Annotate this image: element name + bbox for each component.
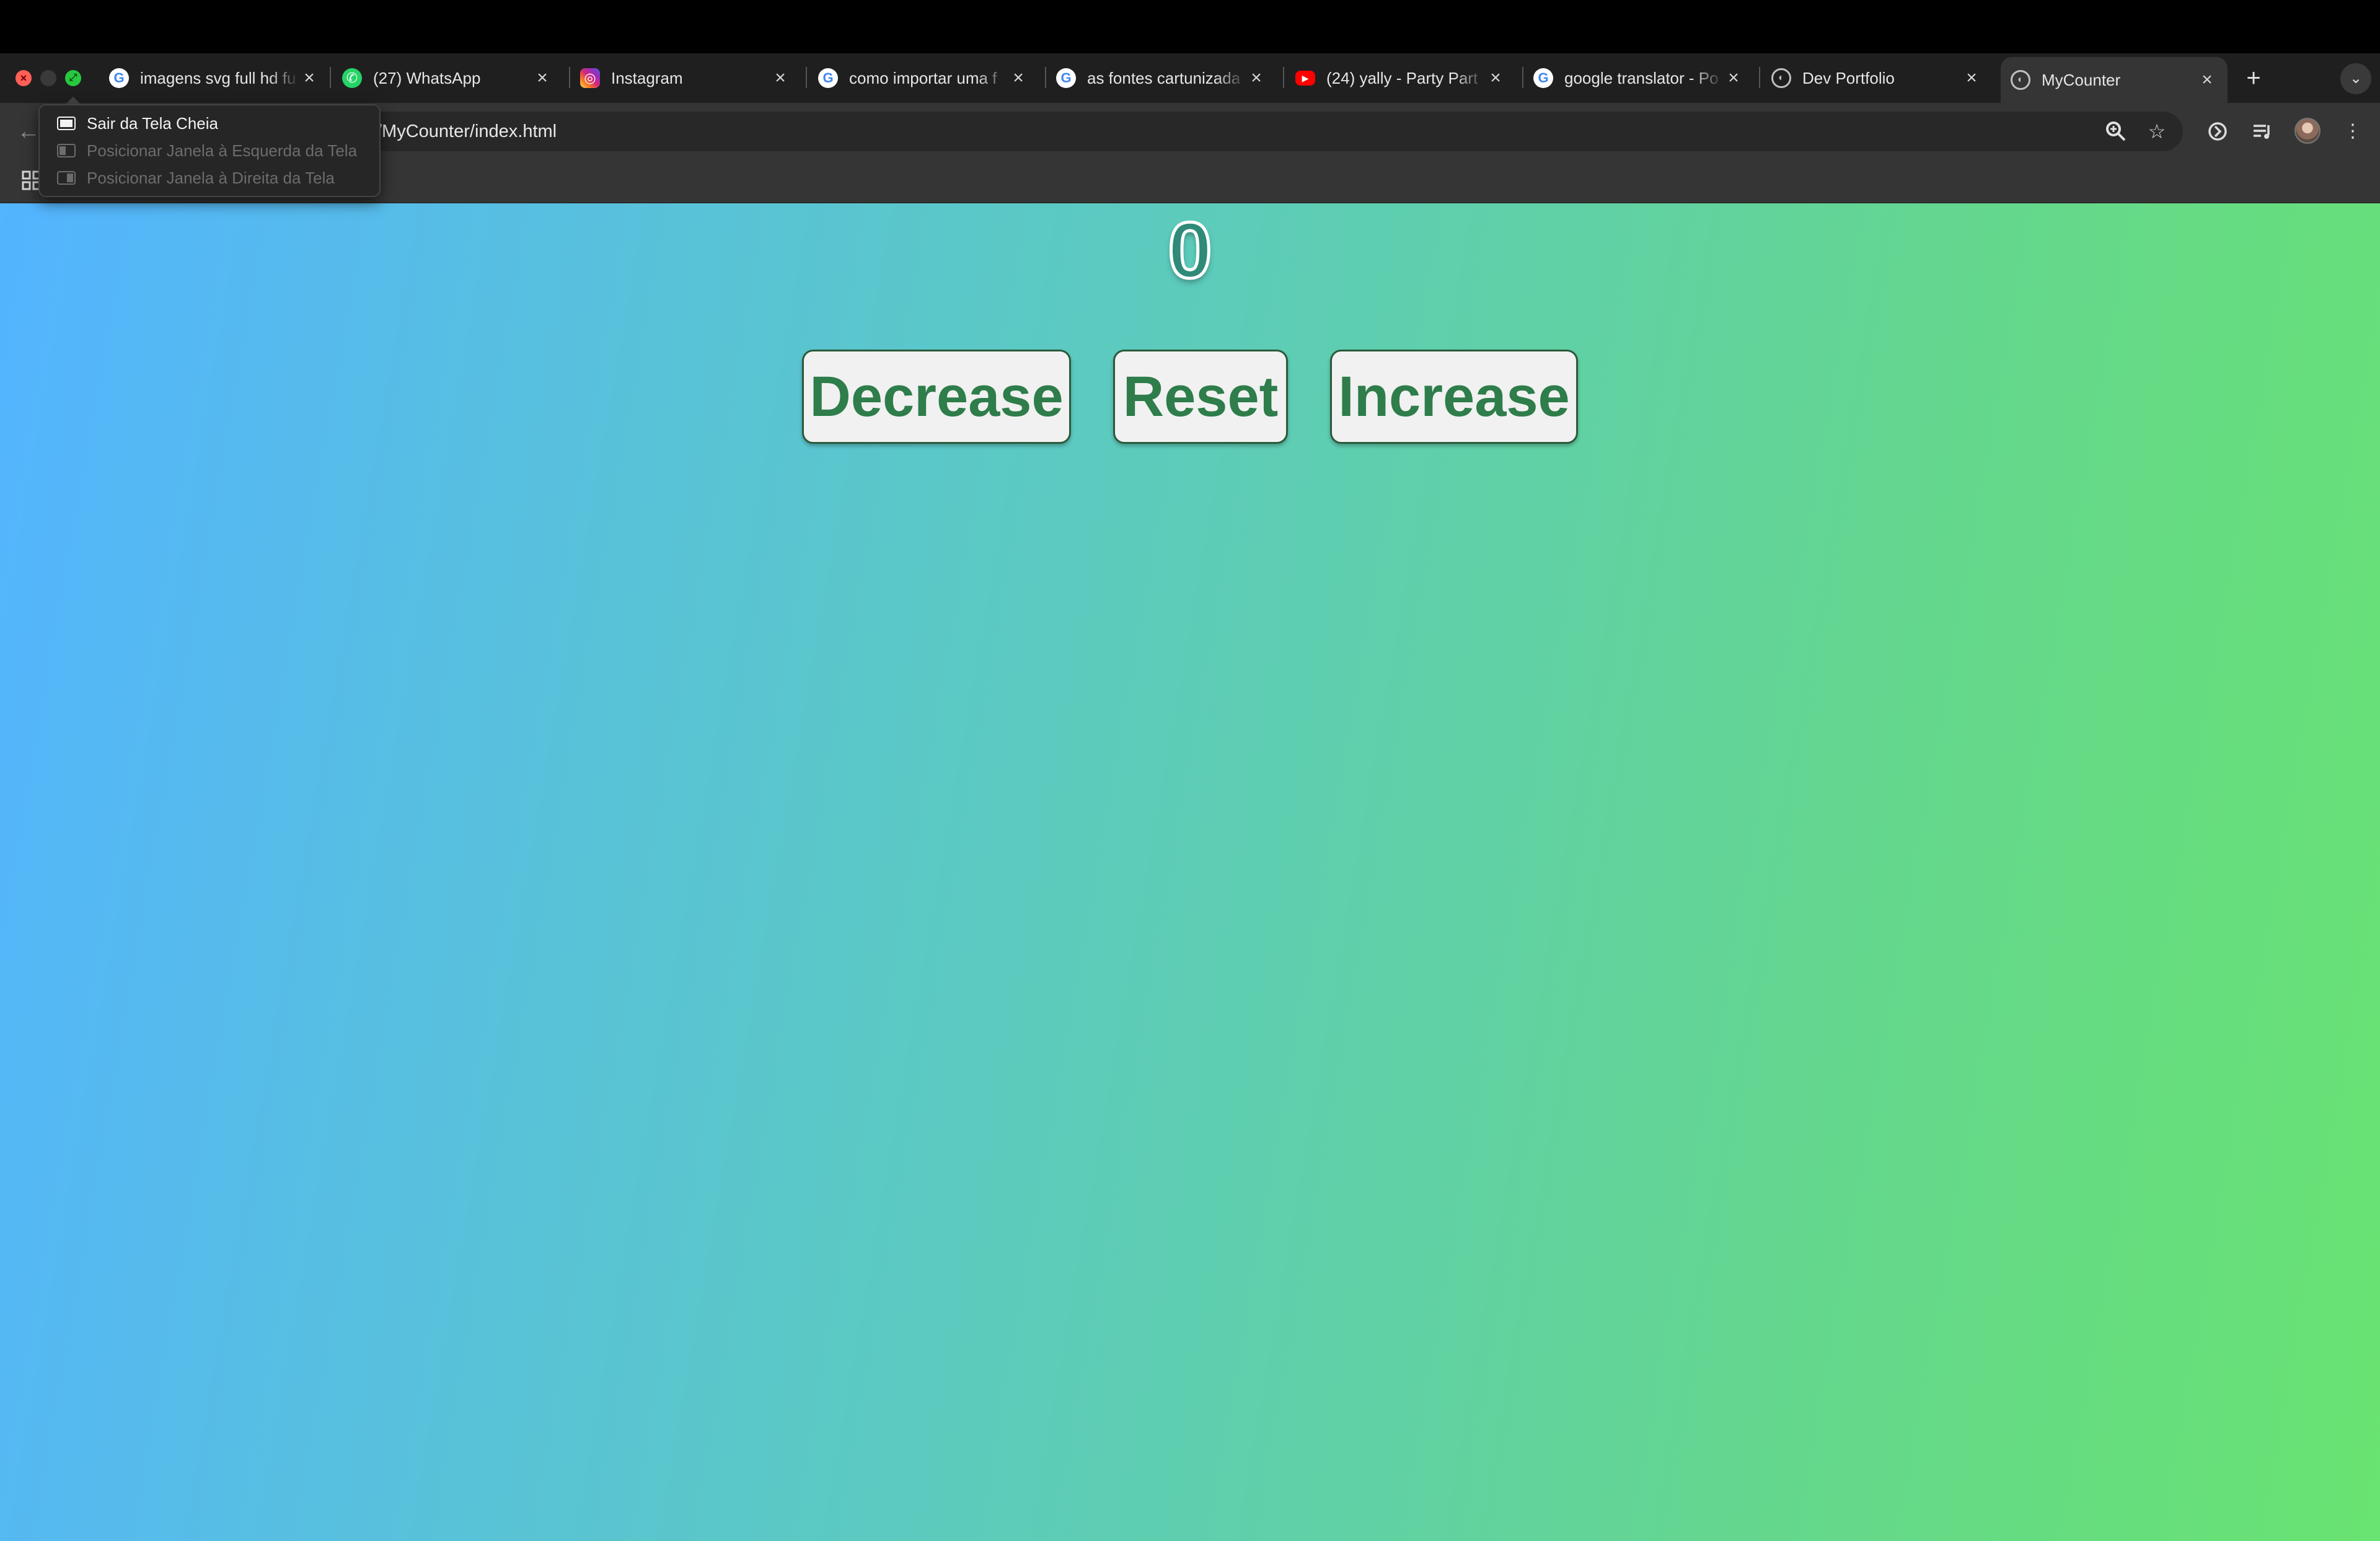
close-tab-icon[interactable]: × [533, 68, 552, 89]
tile-left-item: Posicionar Janela à Esquerda da Tela [57, 138, 357, 163]
tab-title: MyCounter [2042, 70, 2121, 89]
tab-imagens-svg[interactable]: G imagens svg full hd fu × [99, 57, 330, 99]
close-tab-icon[interactable]: × [2198, 69, 2216, 91]
menu-item-label: Posicionar Janela à Esquerda da Tela [87, 141, 358, 160]
tab-instagram[interactable]: ◎ Instagram × [570, 57, 801, 99]
media-controls-icon[interactable] [2247, 117, 2277, 146]
zoom-icon[interactable] [2102, 118, 2130, 145]
tab-separator [1759, 67, 1760, 88]
decrease-button[interactable]: Decrease [802, 350, 1071, 444]
close-tab-icon[interactable]: × [300, 68, 319, 89]
tab-search-button[interactable]: ⌄ [2340, 63, 2371, 94]
bookmark-star-icon[interactable]: ☆ [2143, 118, 2171, 145]
tab-separator [1283, 67, 1284, 88]
youtube-icon: ▶ [1295, 71, 1315, 86]
tab-mycounter[interactable]: ◐ MyCounter × [2001, 57, 2228, 103]
tab-como-importar[interactable]: G como importar uma f × [808, 57, 1039, 99]
tab-title: Dev Portfolio [1802, 68, 1895, 87]
chrome-menu-icon[interactable]: ⋮ [2338, 117, 2368, 146]
google-icon: G [818, 68, 838, 88]
tab-separator [806, 67, 807, 88]
tab-title: Instagram [611, 68, 683, 87]
tab-title: (27) WhatsApp [373, 68, 481, 87]
tab-title: imagens svg full hd fu [140, 68, 296, 87]
tab-google-translator[interactable]: G google translator - Po × [1523, 57, 1754, 99]
close-tab-icon[interactable]: × [1962, 68, 1981, 89]
close-tab-icon[interactable]: × [1009, 68, 1028, 89]
address-url[interactable]: /MyCounter/index.html [377, 118, 557, 145]
tab-youtube-yally[interactable]: ▶ (24) yally - Party Part × [1285, 57, 1516, 99]
exit-fullscreen-item[interactable]: Sair da Tela Cheia [57, 111, 218, 136]
instagram-icon: ◎ [580, 68, 600, 88]
tab-fontes-cartunizadas[interactable]: G as fontes cartunizada × [1046, 57, 1277, 99]
tab-whatsapp[interactable]: ✆ (27) WhatsApp × [332, 57, 563, 99]
fullscreen-icon: ⤢ [69, 73, 77, 83]
fullscreen-window-icon [57, 117, 76, 130]
counter-value: 0 [1166, 205, 1214, 297]
tab-title: as fontes cartunizada [1087, 68, 1241, 87]
top-bar [0, 0, 2380, 53]
tile-right-icon [57, 171, 76, 185]
tab-title: google translator - Po [1564, 68, 1719, 87]
tab-separator [330, 67, 331, 88]
google-icon: G [109, 68, 129, 88]
profile-avatar[interactable] [2294, 118, 2320, 144]
close-tab-icon[interactable]: × [771, 68, 790, 89]
globe-icon: ◐ [2011, 70, 2030, 90]
globe-icon: ◐ [1771, 68, 1791, 88]
extensions-icon[interactable] [2203, 117, 2232, 146]
menu-item-label: Posicionar Janela à Direita da Tela [87, 168, 335, 187]
tile-left-icon [57, 144, 76, 157]
close-tab-icon[interactable]: × [1486, 68, 1505, 89]
window-minimize-button[interactable] [40, 70, 56, 86]
close-tab-icon[interactable]: × [1724, 68, 1743, 89]
tab-dev-portfolio[interactable]: ◐ Dev Portfolio × [1761, 57, 1992, 99]
tab-title: como importar uma f [849, 68, 997, 87]
window-fullscreen-button[interactable]: ⤢ [65, 70, 81, 86]
increase-button[interactable]: Increase [1330, 350, 1578, 444]
google-icon: G [1056, 68, 1076, 88]
tab-title: (24) yally - Party Part [1326, 68, 1478, 87]
close-tab-icon[interactable]: × [1247, 68, 1266, 89]
close-icon: × [20, 72, 27, 84]
google-icon: G [1533, 68, 1553, 88]
reset-button[interactable]: Reset [1113, 350, 1288, 444]
whatsapp-icon: ✆ [342, 68, 362, 88]
new-tab-button[interactable]: + [2240, 64, 2267, 92]
menu-item-label: Sair da Tela Cheia [87, 113, 218, 133]
window-close-button[interactable]: × [15, 70, 32, 86]
tile-right-item: Posicionar Janela à Direita da Tela [57, 166, 335, 190]
